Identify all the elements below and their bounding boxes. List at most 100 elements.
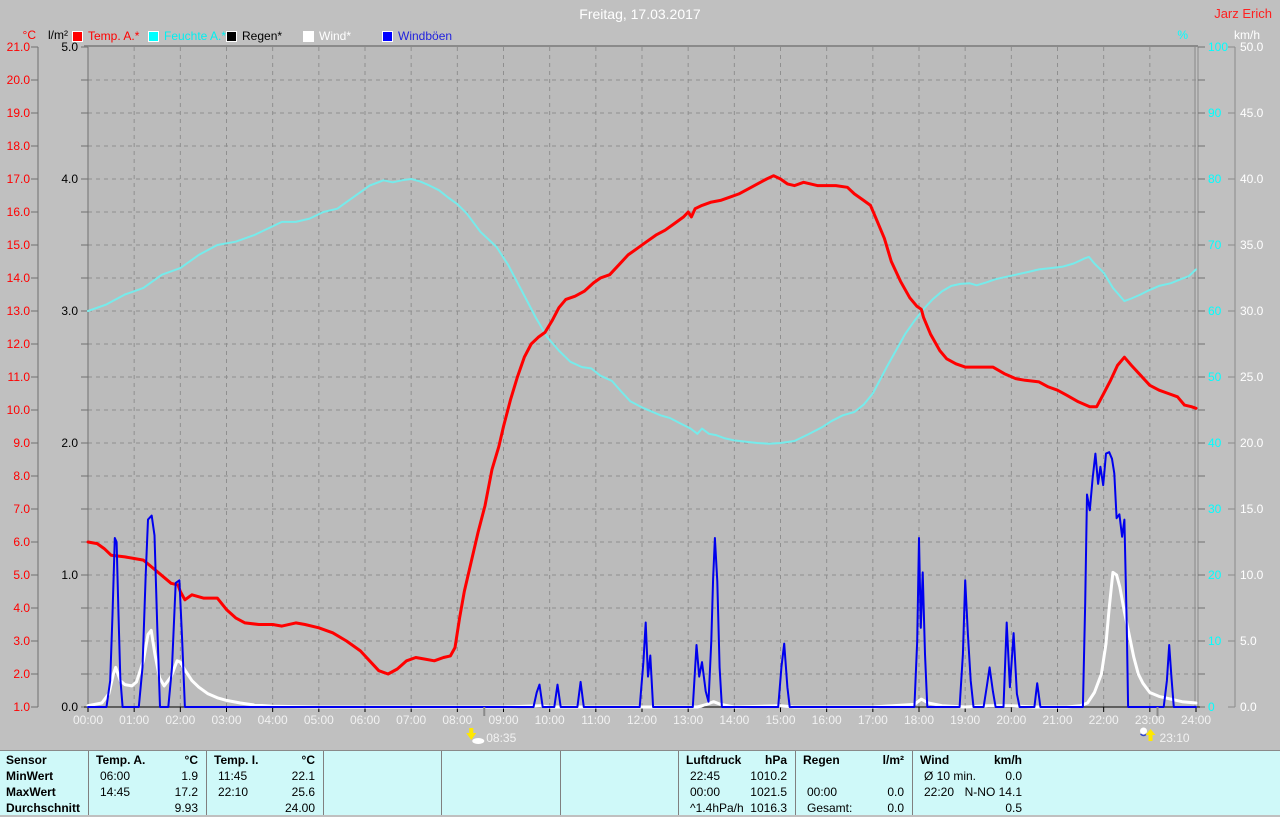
kmh-axis-tick-label: 25.0	[1240, 370, 1264, 384]
x-axis-tick-label: 15:00	[765, 713, 795, 727]
temp-axis-tick-label: 5.0	[13, 568, 30, 582]
percent-axis-tick-label: 70	[1208, 238, 1222, 252]
kmh-axis-tick-label: 30.0	[1240, 304, 1264, 318]
kmh-axis-tick-label: 45.0	[1240, 106, 1264, 120]
x-axis-tick-label: 03:00	[211, 713, 241, 727]
sensor-summary-table: Sensor MinWert MaxWert Durchschnitt Temp. A.…	[0, 750, 1280, 815]
table-cell-value: 1010.2	[750, 769, 787, 783]
weather-station-window: Freitag, 17.03.2017 Jarz Erich °C l/m² %…	[0, 0, 1280, 817]
table-row-label: MaxWert	[6, 785, 56, 799]
table-cell-value: 0.0	[887, 801, 904, 815]
percent-axis-tick-label: 80	[1208, 172, 1222, 186]
kmh-axis-tick-label: 35.0	[1240, 238, 1264, 252]
table-divider	[441, 751, 442, 815]
sun-down-marker-icon	[472, 738, 485, 744]
temp-axis-tick-label: 12.0	[7, 337, 31, 351]
x-axis-tick-label: 24:00	[1181, 713, 1211, 727]
table-col-unit: °C	[184, 753, 198, 767]
table-row-label: Sensor	[6, 753, 47, 767]
table-cell-value: 9.93	[174, 801, 198, 815]
table-col-unit: km/h	[993, 753, 1022, 767]
x-axis-tick-label: 18:00	[904, 713, 934, 727]
percent-axis-tick-label: 60	[1208, 304, 1222, 318]
temp-axis-tick-label: 16.0	[7, 205, 31, 219]
percent-axis-tick-label: 100	[1208, 40, 1228, 54]
sun-down-marker-icon	[466, 728, 477, 740]
x-axis-tick-label: 01:00	[119, 713, 149, 727]
table-cell-value: 1021.5	[750, 785, 787, 799]
x-axis-tick-label: 12:00	[627, 713, 657, 727]
temp-axis-tick-label: 18.0	[7, 139, 31, 153]
temp-axis-tick-label: 6.0	[13, 535, 30, 549]
temp-axis-tick-label: 14.0	[7, 271, 31, 285]
temp-axis-tick-label: 15.0	[7, 238, 31, 252]
table-divider	[678, 751, 679, 815]
percent-axis-tick-label: 0	[1208, 700, 1215, 714]
kmh-axis-tick-label: 10.0	[1240, 568, 1264, 582]
temp-axis-tick-label: 1.0	[13, 700, 30, 714]
marker-tick	[483, 707, 486, 716]
x-axis-tick-label: 16:00	[812, 713, 842, 727]
x-axis-tick-label: 20:00	[996, 713, 1026, 727]
table-divider	[206, 751, 207, 815]
temp-axis-tick-label: 17.0	[7, 172, 31, 186]
x-axis-tick-label: 17:00	[858, 713, 888, 727]
kmh-axis-tick-label: 40.0	[1240, 172, 1264, 186]
table-cell-value: 0.0	[887, 785, 904, 799]
table-cell-value: 22.1	[291, 769, 315, 783]
table-cell-value: 17.2	[174, 785, 198, 799]
sun-up-marker-icon	[1145, 729, 1156, 741]
temp-axis-tick-label: 10.0	[7, 403, 31, 417]
marker-time-label: 08:35	[486, 731, 516, 745]
table-cell-value: 0.5	[1005, 801, 1022, 815]
sun-up-marker-icon	[1140, 727, 1148, 735]
table-col-unit: hPa	[764, 753, 787, 767]
percent-axis-tick-label: 20	[1208, 568, 1222, 582]
x-axis-tick-label: 11:00	[581, 713, 610, 727]
table-divider	[912, 751, 913, 815]
temp-axis-tick-label: 4.0	[13, 601, 30, 615]
x-axis-tick-label: 04:00	[258, 713, 288, 727]
x-axis-tick-label: 08:00	[442, 713, 472, 727]
x-axis-tick-label: 22:00	[1089, 713, 1119, 727]
x-axis-tick-label: 19:00	[950, 713, 980, 727]
table-cell-value: 25.6	[291, 785, 315, 799]
x-axis-tick-label: 23:00	[1135, 713, 1165, 727]
table-col-unit: °C	[301, 753, 315, 767]
table-divider	[560, 751, 561, 815]
temp-axis-tick-label: 8.0	[13, 469, 30, 483]
x-axis-tick-label: 21:00	[1042, 713, 1072, 727]
table-row-label: Durchschnitt	[6, 801, 81, 815]
table-cell-value: N-NO 14.1	[964, 785, 1022, 799]
lm2-axis-tick-label: 0.0	[61, 700, 78, 714]
table-cell-value: 1016.3	[750, 801, 787, 815]
temp-axis-tick-label: 3.0	[13, 634, 30, 648]
percent-axis-tick-label: 30	[1208, 502, 1222, 516]
kmh-axis-tick-label: 50.0	[1240, 40, 1264, 54]
x-axis-tick-label: 02:00	[165, 713, 195, 727]
temp-axis-tick-label: 21.0	[7, 40, 31, 54]
marker-time-label: 23:10	[1160, 731, 1190, 745]
temp-axis-tick-label: 11.0	[8, 370, 31, 384]
percent-axis-tick-label: 40	[1208, 436, 1222, 450]
lm2-axis-tick-label: 2.0	[61, 436, 78, 450]
temp-axis-tick-label: 2.0	[13, 667, 30, 681]
lm2-axis-tick-label: 1.0	[61, 568, 78, 582]
temp-axis-tick-label: 9.0	[13, 436, 30, 450]
x-axis-tick-label: 00:00	[73, 713, 103, 727]
x-axis-tick-label: 13:00	[673, 713, 703, 727]
temp-axis-tick-label: 13.0	[7, 304, 31, 318]
x-axis-tick-label: 06:00	[350, 713, 380, 727]
table-cell-value: 0.0	[1005, 769, 1022, 783]
percent-axis-tick-label: 90	[1208, 106, 1222, 120]
lm2-axis-tick-label: 3.0	[61, 304, 78, 318]
percent-axis-tick-label: 50	[1208, 370, 1222, 384]
x-axis-tick-label: 05:00	[304, 713, 334, 727]
x-axis-tick-label: 10:00	[535, 713, 565, 727]
table-row-label: MinWert	[6, 769, 54, 783]
table-cell-value: 1.9	[181, 769, 198, 783]
kmh-axis-tick-label: 15.0	[1240, 502, 1264, 516]
weather-chart: 21.0 20.0 19.0 18.0 17.0 16.0 15.0 14.0 13.0 12.0…	[7, 40, 1264, 745]
temp-axis-tick-label: 7.0	[13, 502, 30, 516]
temp-axis-tick-label: 20.0	[7, 73, 31, 87]
